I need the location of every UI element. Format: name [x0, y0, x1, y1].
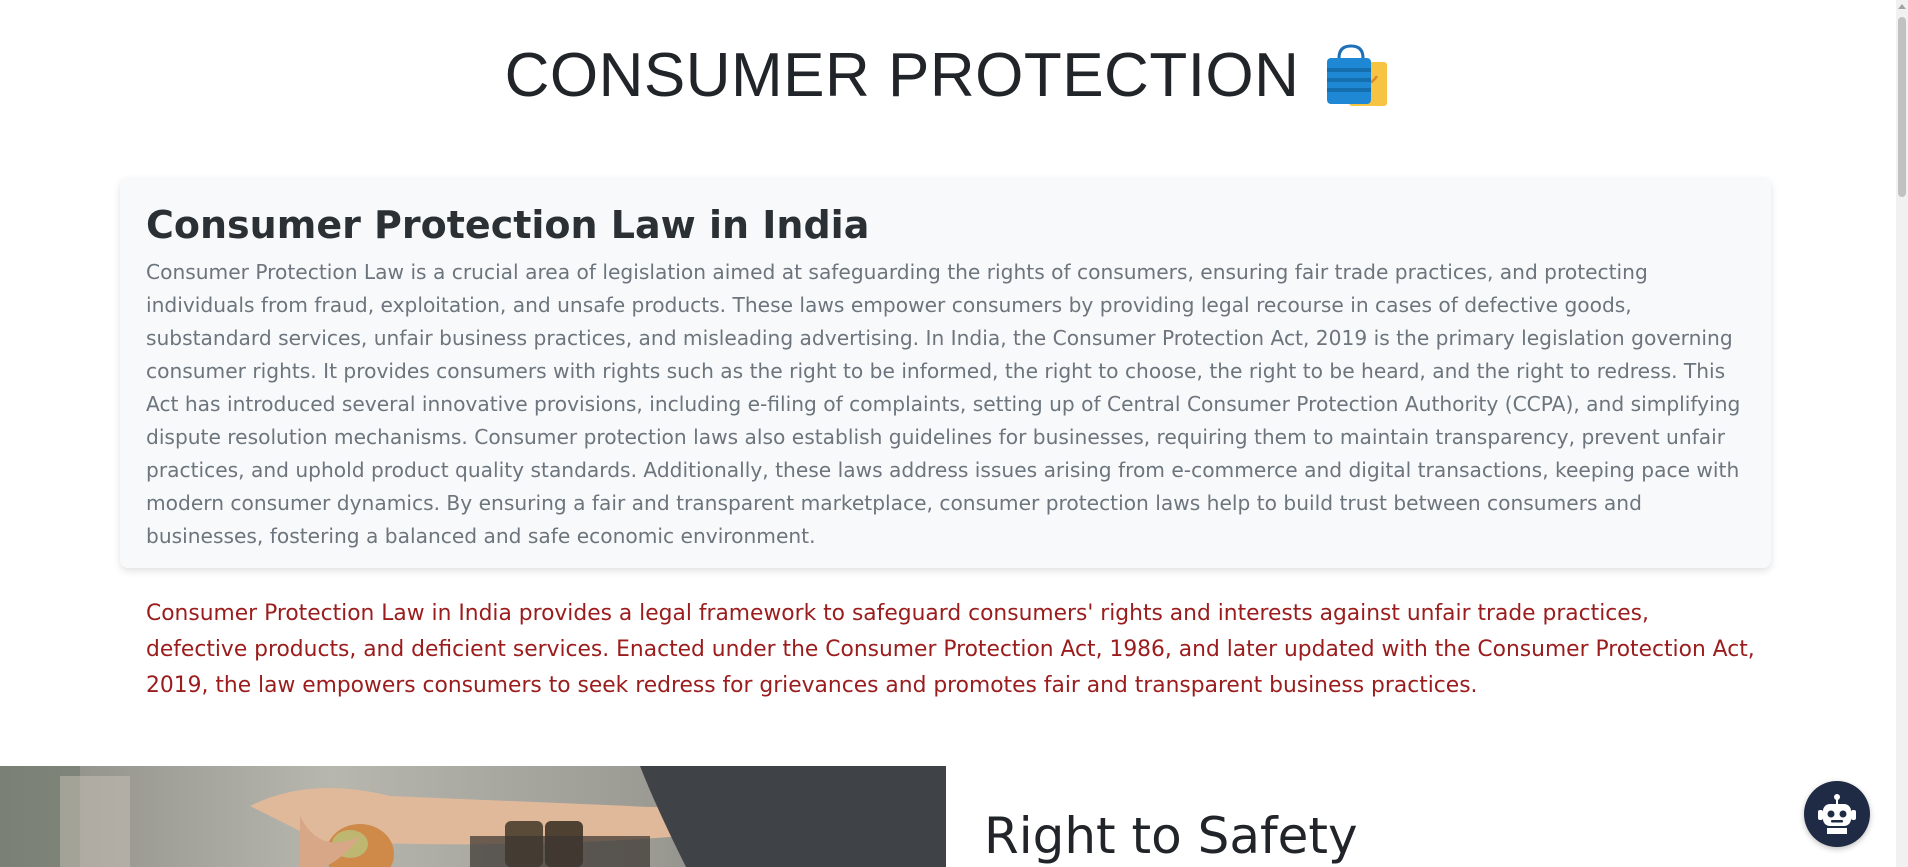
chatbot-button[interactable]: [1804, 781, 1870, 847]
section-heading: Right to Safety: [984, 807, 1358, 865]
scroll-up-arrow-icon[interactable]: [1898, 4, 1906, 9]
intro-card: Consumer Protection Law in India Consume…: [120, 178, 1771, 568]
page-title: CONSUMER PROTECTION: [504, 41, 1300, 110]
page-header: CONSUMER PROTECTION: [0, 36, 1896, 116]
highlight-paragraph: Consumer Protection Law in India provide…: [146, 601, 1755, 698]
market-photo: [0, 766, 946, 867]
intro-paragraph: Consumer Protection Law is a crucial are…: [146, 260, 1741, 548]
page: CONSUMER PROTECTION Consumer Protection …: [0, 0, 1908, 867]
scroll-thumb[interactable]: [1898, 17, 1906, 197]
intro-heading: Consumer Protection Law in India: [146, 203, 870, 247]
shopping-bags-icon: [1327, 44, 1388, 106]
vertical-scrollbar[interactable]: [1896, 0, 1908, 867]
robot-icon: [1818, 794, 1856, 834]
